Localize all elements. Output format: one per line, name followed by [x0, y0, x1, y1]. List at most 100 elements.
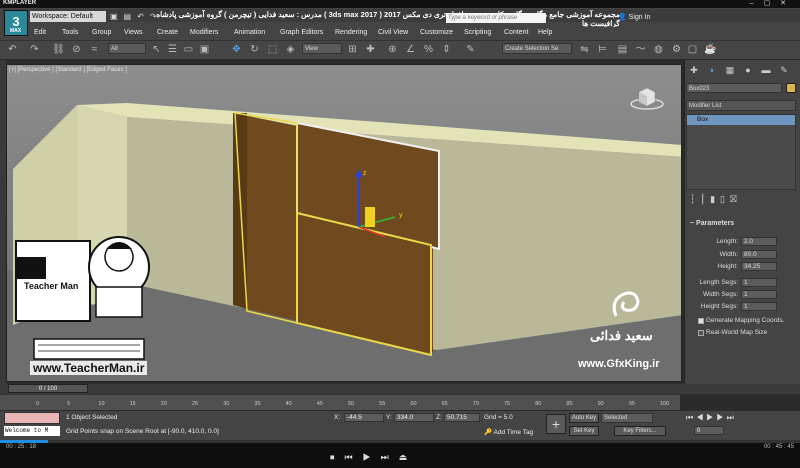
set-key-mode-button[interactable]: Set Key [569, 426, 599, 436]
pivot-center-icon[interactable]: ⊞ [346, 44, 359, 56]
width-segs-spinner[interactable]: 1 [741, 290, 777, 299]
maxscript-mini-listener[interactable]: Welcome to M [4, 426, 60, 436]
player-brand: KMPLAYER [3, 0, 37, 6]
height-label: Height: [717, 263, 738, 270]
max-app-button[interactable]: 3 MAX [4, 10, 28, 36]
select-by-name-icon[interactable]: ☰ [166, 44, 179, 56]
bind-spacewarp-icon[interactable]: ≈ [88, 44, 101, 56]
height-segs-spinner[interactable]: 1 [741, 302, 777, 311]
spinner-snap-icon[interactable]: ⇕ [440, 44, 453, 56]
select-manipulate-icon[interactable]: ✚ [364, 44, 377, 56]
parameters-rollout-header[interactable]: − Parameters [690, 220, 734, 227]
set-key-button[interactable]: + [546, 414, 566, 434]
svg-text:z: z [363, 170, 367, 177]
select-move-icon[interactable]: ✥ [230, 44, 243, 56]
timeline-tick-label: 5 [67, 401, 71, 407]
stack-item-box[interactable]: Box [687, 115, 795, 125]
menu-create[interactable]: Create [157, 29, 178, 36]
undo-icon[interactable]: ↶ [6, 44, 19, 56]
search-input[interactable]: Type a keyword or phrase [446, 13, 546, 23]
snaps-toggle-icon[interactable]: ⊕ [386, 44, 399, 56]
align-icon[interactable]: ⊨ [596, 44, 609, 56]
course-title: مجموعه آموزشی جامع ، گام به گام و کاربرد… [156, 10, 620, 28]
key-filters-button[interactable]: Key Filters... [614, 426, 666, 436]
curve-editor-icon[interactable]: 〜 [634, 44, 647, 56]
sign-in-link[interactable]: 👤 Sign In [618, 13, 650, 21]
render-frame-icon[interactable]: ▢ [686, 44, 699, 56]
unlink-icon[interactable]: ⊘ [70, 44, 83, 56]
gen-mapping-checkbox[interactable] [698, 318, 704, 324]
maxscript-listener-output[interactable] [4, 412, 60, 424]
real-world-label: Real-World Map Size [706, 329, 768, 336]
menu-content[interactable]: Content [504, 29, 529, 36]
menu-rendering[interactable]: Rendering [335, 29, 367, 36]
selection-filter-dropdown[interactable]: All [108, 43, 146, 54]
stack-tools[interactable]: ┆⎮▮▯⛝ [690, 194, 742, 205]
media-seek-bar[interactable] [0, 440, 800, 443]
menu-edit[interactable]: Edit [34, 29, 46, 36]
render-production-icon[interactable]: ☕ [704, 44, 717, 56]
select-object-icon[interactable]: ↖ [150, 44, 163, 56]
width-spinner[interactable]: 80.0 [741, 250, 777, 259]
z-coordinate-field[interactable]: 50.715 [444, 413, 480, 422]
motion-tab-icon[interactable]: ● [742, 64, 754, 76]
object-color-swatch[interactable] [786, 83, 796, 93]
menu-animation[interactable]: Animation [234, 29, 265, 36]
x-coordinate-field[interactable]: -44.5 [344, 413, 384, 422]
percent-snap-icon[interactable]: % [422, 44, 435, 56]
menu-scripting[interactable]: Scripting [464, 29, 491, 36]
time-slider[interactable]: 0 / 100 [8, 384, 88, 393]
placement-icon[interactable]: ◈ [284, 44, 297, 56]
playback-controls[interactable]: ⏮◀▶▶⏭ [686, 413, 737, 423]
window-crossing-icon[interactable]: ▣ [198, 44, 211, 56]
menu-group[interactable]: Group [92, 29, 111, 36]
material-editor-icon[interactable]: ◍ [652, 44, 665, 56]
viewcube[interactable] [630, 86, 664, 110]
menu-views[interactable]: Views [124, 29, 143, 36]
link-icon[interactable]: ⛓ [52, 44, 65, 56]
angle-snap-icon[interactable]: ∠ [404, 44, 417, 56]
hierarchy-tab-icon[interactable]: ▦ [724, 64, 736, 76]
modify-tab-icon[interactable]: ◗ [706, 64, 718, 76]
modifier-list-dropdown[interactable]: Modifier List [686, 100, 796, 111]
redo-icon[interactable]: ↷ [28, 44, 41, 56]
y-coordinate-field[interactable]: 334.0 [394, 413, 434, 422]
auto-key-button[interactable]: Auto Key [569, 413, 599, 423]
menu-civil-view[interactable]: Civil View [378, 29, 408, 36]
add-time-tag[interactable]: 🔑 Add Time Tag [484, 428, 533, 436]
utilities-tab-icon[interactable]: ✎ [778, 64, 790, 76]
mirror-icon[interactable]: ⇋ [578, 44, 591, 56]
teacherman-site-label: www.TeacherMan.ir [30, 361, 148, 375]
select-scale-icon[interactable]: ⬚ [266, 44, 279, 56]
height-segs-label: Height Segs: [700, 303, 738, 310]
edit-named-selection-icon[interactable]: ✎ [464, 44, 477, 56]
select-rotate-icon[interactable]: ↻ [248, 44, 261, 56]
reference-coord-dropdown[interactable]: View [302, 43, 342, 54]
length-segs-spinner[interactable]: 1 [741, 278, 777, 287]
menu-tools[interactable]: Tools [62, 29, 78, 36]
selection-region-icon[interactable]: ▭ [182, 44, 195, 56]
collapse-icon: − [690, 220, 695, 227]
object-name-field[interactable]: Box023 [686, 83, 782, 93]
media-controls[interactable]: ⏹⏮▶⏭⏏ [330, 452, 417, 463]
create-tab-icon[interactable]: ✚ [688, 64, 700, 76]
display-tab-icon[interactable]: ▬ [760, 64, 772, 76]
timeline-tick-label: 30 [223, 401, 230, 407]
menu-help[interactable]: Help [538, 29, 552, 36]
timeline-tick-label: 35 [254, 401, 261, 407]
key-selection-dropdown[interactable]: Selected [601, 413, 653, 423]
current-frame-field[interactable]: 0 [694, 426, 724, 435]
menu-customize[interactable]: Customize [420, 29, 453, 36]
real-world-checkbox[interactable] [698, 330, 704, 336]
render-setup-icon[interactable]: ⚙ [670, 44, 683, 56]
layer-explorer-icon[interactable]: ▤ [616, 44, 629, 56]
menu-graph-editors[interactable]: Graph Editors [280, 29, 323, 36]
workspace-dropdown[interactable]: Workspace: Default [30, 11, 106, 22]
elapsed-time: 00 : 25 : 18 [6, 444, 37, 450]
viewport-label[interactable]: [+] [Perspective ] [Standard ] [Edged Fa… [9, 67, 127, 73]
named-selection-set-dropdown[interactable]: Create Selection Se [502, 43, 572, 54]
window-controls[interactable]: – ▢ ✕ [750, 0, 790, 7]
length-spinner[interactable]: 2.0 [741, 237, 777, 246]
menu-modifiers[interactable]: Modifiers [190, 29, 218, 36]
height-spinner[interactable]: 34.25 [741, 262, 777, 271]
